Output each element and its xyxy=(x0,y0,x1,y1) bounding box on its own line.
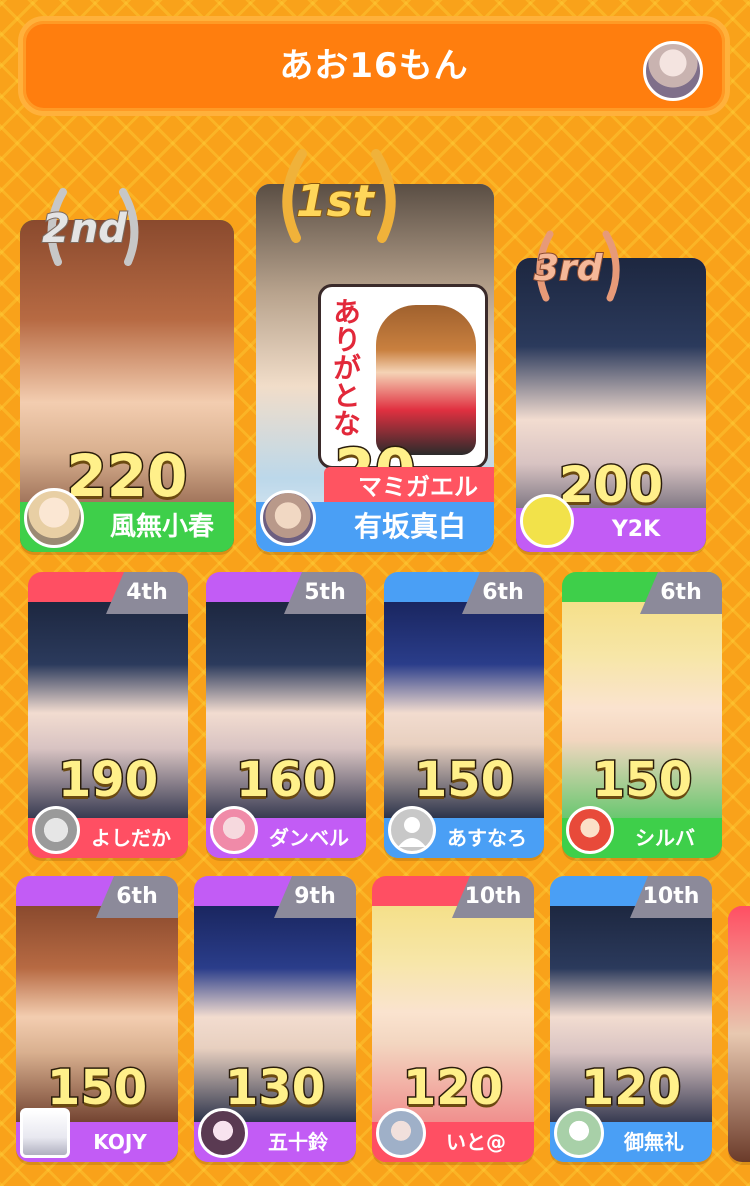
ranking-card[interactable]: 6th 150 シルバ xyxy=(562,572,722,858)
rank-badge-second: 2nd xyxy=(41,205,128,253)
score: 160 xyxy=(234,751,337,810)
player-name: シルバ xyxy=(635,826,695,850)
player-name: 五十鈴 xyxy=(268,1130,328,1154)
ranking-card[interactable]: 6th 150 あすなろ xyxy=(384,572,544,858)
room-title: あお16もん xyxy=(279,46,469,86)
player-name: 御無礼 xyxy=(624,1130,684,1154)
rank-tab: 6th xyxy=(462,572,544,614)
score: 150 xyxy=(590,751,693,810)
player-avatar[interactable] xyxy=(198,1108,248,1158)
player-avatar[interactable] xyxy=(376,1108,426,1158)
rank-tab: 4th xyxy=(106,572,188,614)
score: 190 xyxy=(56,751,159,810)
player-avatar[interactable] xyxy=(32,806,80,854)
player-avatar[interactable] xyxy=(20,1108,70,1158)
player-avatar[interactable] xyxy=(24,488,84,548)
player-name: KOJY xyxy=(93,1130,147,1154)
ranking-card[interactable]: 9th 130 五十鈴 xyxy=(194,876,356,1162)
ranking-card[interactable]: 4th 190 よしだか xyxy=(28,572,188,858)
ranking-card[interactable]: 10th 120 御無礼 xyxy=(550,876,712,1162)
rank-badge-first: 1st xyxy=(295,175,375,228)
rank-tab: 6th xyxy=(96,876,178,918)
rank-tab: 9th xyxy=(274,876,356,918)
rank-badge-third: 3rd xyxy=(533,247,604,290)
host-avatar[interactable] xyxy=(643,41,703,101)
player-name: あすなろ xyxy=(447,826,527,850)
player-name: 有坂真白 xyxy=(353,510,466,543)
player-avatar[interactable] xyxy=(520,494,574,548)
player-name: いと@ xyxy=(446,1130,506,1154)
score: 150 xyxy=(412,751,515,810)
player-name: 風無小春 xyxy=(109,512,214,542)
ranking-card[interactable]: 5th 160 ダンベル xyxy=(206,572,366,858)
ranking-card[interactable]: 10th 120 いと@ xyxy=(372,876,534,1162)
player-avatar[interactable] xyxy=(554,1108,604,1158)
player-name: Y2K xyxy=(611,517,661,542)
player-avatar[interactable] xyxy=(566,806,614,854)
player-avatar[interactable] xyxy=(260,490,316,546)
player-avatar[interactable] xyxy=(210,806,258,854)
room-header: あお16もん xyxy=(18,16,730,116)
player-name: ダンベル xyxy=(269,826,349,850)
rank-tab: 6th xyxy=(640,572,722,614)
rank-tab: 10th xyxy=(452,876,534,918)
ranking-card[interactable]: 6th 150 KOJY xyxy=(16,876,178,1162)
character-portrait xyxy=(728,906,750,1162)
chibi-character xyxy=(376,305,476,455)
sticker-text: ありがとな xyxy=(329,297,362,437)
comment-tag: マミガエル xyxy=(324,467,494,507)
ranking-card-partial[interactable] xyxy=(728,906,750,1162)
default-user-icon[interactable] xyxy=(388,806,436,854)
player-name: よしだか xyxy=(91,826,171,850)
rank-tab: 10th xyxy=(630,876,712,918)
rank-tab: 5th xyxy=(284,572,366,614)
